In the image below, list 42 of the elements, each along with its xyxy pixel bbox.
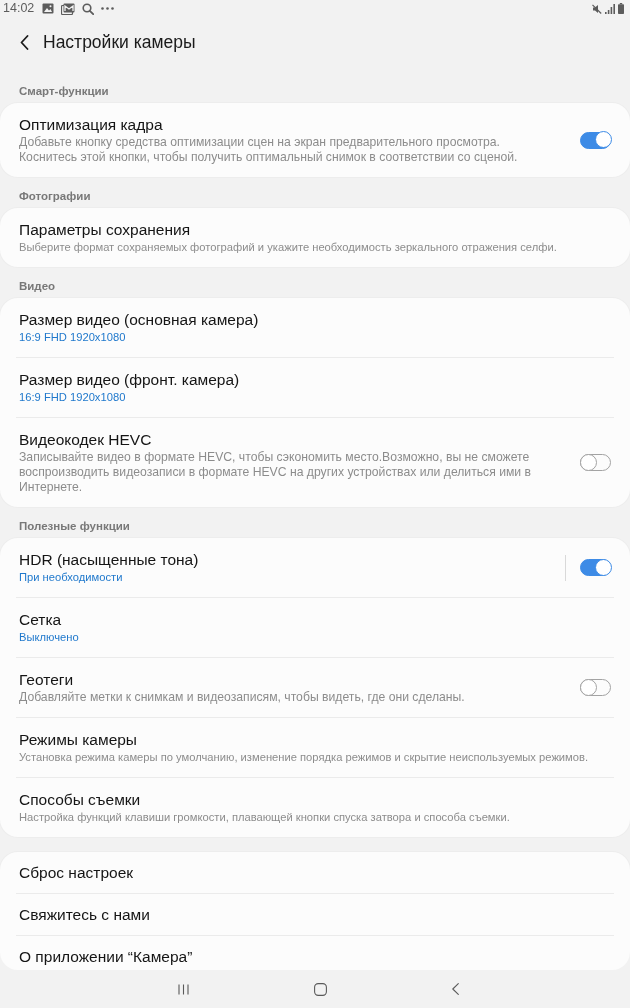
setting-description: Добавьте кнопку средства оптимизации сцен на экран предварительного просмотра. Коснитесь этой кнопки, чтобы получить оптимальный снимок в соответствии со сценой. xyxy=(19,135,519,165)
home-icon[interactable] xyxy=(313,982,327,996)
setting-description: Настройка функций клавиши громкости, плавающей кнопки спуска затвора и способа съемки. xyxy=(19,810,511,825)
section-header: Фотографии xyxy=(18,189,92,204)
search-icon xyxy=(82,2,95,15)
setting-value: Выключено xyxy=(19,630,80,645)
signal-icon xyxy=(605,3,615,14)
setting-description: Выберите формат сохраняемых фотографий и укажите необходимость зеркального отражения селфи. xyxy=(19,240,558,255)
section-header: Видео xyxy=(18,279,57,294)
section-header: Смарт-функции xyxy=(18,84,110,99)
setting-title[interactable]: Размер видео (фронт. камера) xyxy=(19,370,611,390)
back-icon[interactable] xyxy=(20,34,29,50)
toggle-switch[interactable] xyxy=(580,679,611,696)
setting-title[interactable]: HDR (насыщенные тона) xyxy=(19,550,549,570)
setting-title[interactable]: Видеокодек HEVC xyxy=(19,430,549,450)
recent-apps-icon[interactable] xyxy=(177,983,189,995)
more-icon xyxy=(101,7,115,10)
setting-title[interactable]: Оптимизация кадра xyxy=(19,115,549,135)
setting-title[interactable]: Сброс настроек xyxy=(19,863,611,883)
setting-title[interactable]: Сетка xyxy=(19,610,611,630)
setting-title[interactable]: Параметры сохранения xyxy=(19,220,611,240)
battery-icon xyxy=(618,3,624,14)
setting-title[interactable]: Размер видео (основная камера) xyxy=(19,310,611,330)
section-header: Полезные функции xyxy=(18,519,131,534)
status-time: 14:02 xyxy=(3,1,35,16)
setting-description: Записывайте видео в формате HEVC, чтобы сэкономить место.Возможно, вы не сможете воспроизводить видеозаписи в формате HEVC на других устройствах или делиться ими в Интернете. xyxy=(19,450,533,495)
setting-value: 16:9 FHD 1920x1080 xyxy=(19,330,127,345)
setting-title[interactable]: Режимы камеры xyxy=(19,730,611,750)
mute-icon xyxy=(592,3,602,14)
page-title: Настройки камеры xyxy=(43,31,196,53)
setting-title[interactable]: Свяжитесь с нами xyxy=(19,905,611,925)
setting-value: При необходимости xyxy=(19,570,124,585)
setting-title[interactable]: Геотеги xyxy=(19,670,549,690)
toggle-switch[interactable] xyxy=(580,559,611,576)
setting-description: Установка режима камеры по умолчанию, изменение порядка режимов и скрытие неиспользуемых режимов. xyxy=(19,750,590,765)
toggle-switch[interactable] xyxy=(580,131,611,149)
toggle-switch[interactable] xyxy=(580,454,611,471)
setting-title[interactable]: О приложении “Камера” xyxy=(19,947,611,967)
setting-description: Добавляйте метки к снимкам и видеозаписям, чтобы видеть, где они сделаны. xyxy=(19,690,466,705)
setting-value: 16:9 FHD 1920x1080 xyxy=(19,390,127,405)
image-icon xyxy=(42,3,55,14)
setting-title[interactable]: Способы съемки xyxy=(19,790,611,810)
